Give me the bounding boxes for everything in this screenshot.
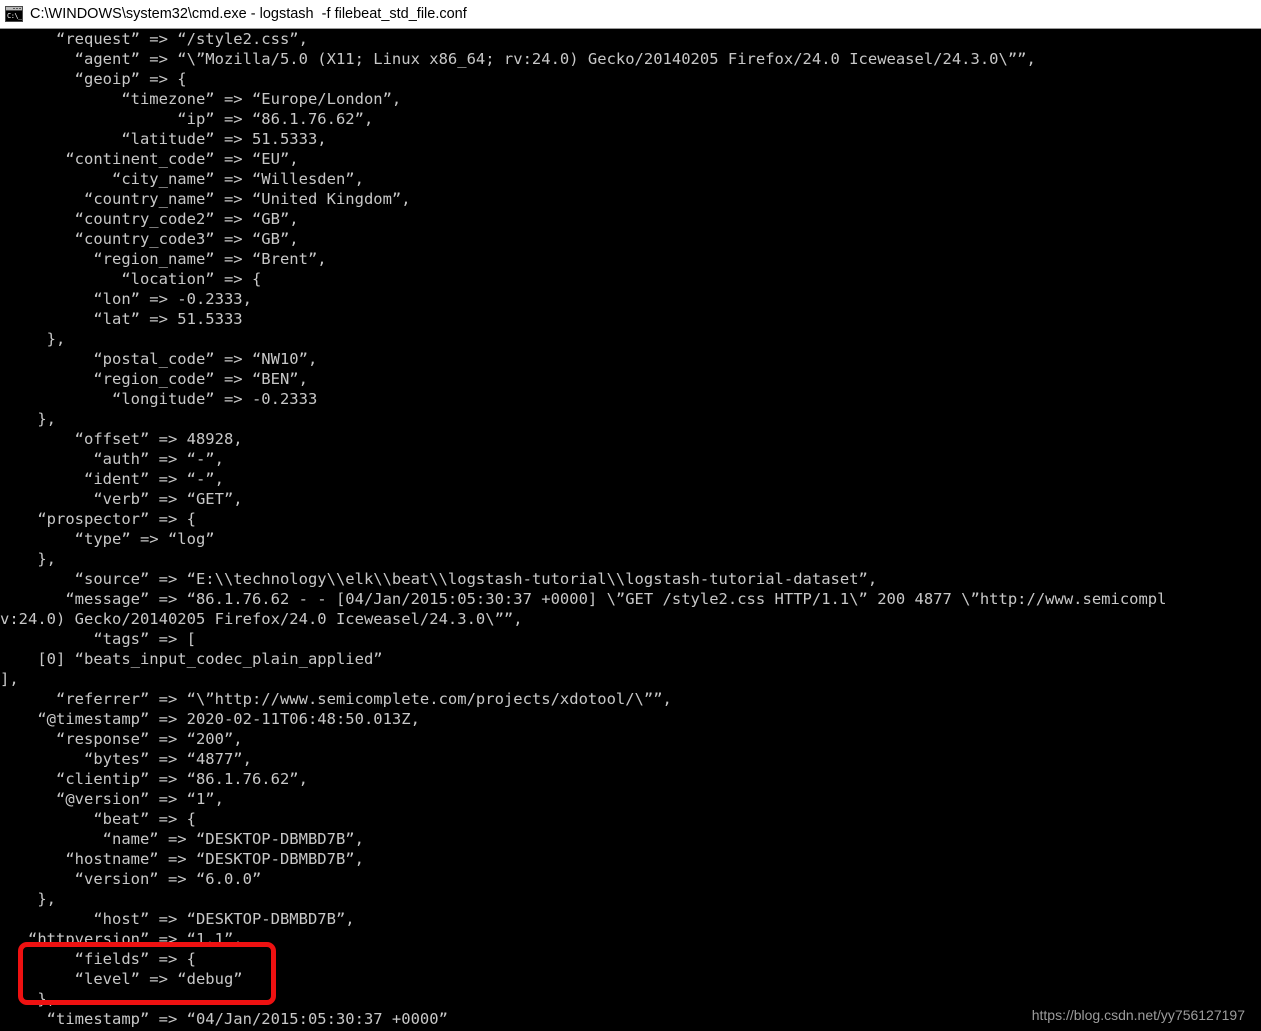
- icon-screen-text: C:\_: [6, 11, 22, 21]
- console-line: “postal_code” => “NW10”,: [0, 350, 318, 368]
- console-line: },: [0, 890, 56, 908]
- console-line: “response” => “200”,: [0, 730, 243, 748]
- console-line: v:24.0) Gecko/20140205 Firefox/24.0 Icew…: [0, 610, 523, 628]
- console-line: “offset” => 48928,: [0, 430, 243, 448]
- console-line: “beat” => {: [0, 810, 196, 828]
- console-line: “bytes” => “4877”,: [0, 750, 252, 768]
- console-line: “location” => {: [0, 270, 262, 288]
- console-line: “auth” => “-”,: [0, 450, 224, 468]
- console-line: “timezone” => “Europe/London”,: [0, 90, 402, 108]
- console-line: “longitude” => -0.2333: [0, 390, 318, 408]
- console-line: “name” => “DESKTOP-DBMBD7B”,: [0, 830, 364, 848]
- console-line: },: [0, 550, 56, 568]
- console-line: ],: [0, 670, 19, 688]
- console-line: “referrer” => “\”http://www.semicomplete…: [0, 690, 672, 708]
- console-line: “continent_code” => “EU”,: [0, 150, 299, 168]
- console-line: “tags” => [: [0, 630, 196, 648]
- cmd-console-icon: C:\_: [5, 6, 23, 22]
- console-output-area[interactable]: “request” => “/style2.css”, “agent” => “…: [0, 29, 1261, 1031]
- console-line: “geoip” => {: [0, 70, 187, 88]
- console-line: “lat” => 51.5333: [0, 310, 243, 328]
- console-line: “country_name” => “United Kingdom”,: [0, 190, 411, 208]
- console-line: “fields” => {: [0, 950, 196, 968]
- console-line: },: [0, 330, 66, 348]
- console-line: “host” => “DESKTOP-DBMBD7B”,: [0, 910, 355, 928]
- console-line: “lon” => -0.2333,: [0, 290, 252, 308]
- console-line: “ident” => “-”,: [0, 470, 224, 488]
- console-line: [0] “beats_input_codec_plain_applied”: [0, 650, 383, 668]
- console-line: “httpversion” => “1.1”,: [0, 930, 243, 948]
- cmd-console-window: C:\_ C:\WINDOWS\system32\cmd.exe - logst…: [0, 0, 1261, 1031]
- console-line: “@timestamp” => 2020-02-11T06:48:50.013Z…: [0, 710, 420, 728]
- console-line: “region_code” => “BEN”,: [0, 370, 308, 388]
- console-line: “latitude” => 51.5333,: [0, 130, 327, 148]
- console-line: },: [0, 410, 56, 428]
- console-line: “verb” => “GET”,: [0, 490, 243, 508]
- console-line: “hostname” => “DESKTOP-DBMBD7B”,: [0, 850, 364, 868]
- console-line: “ip” => “86.1.76.62”,: [0, 110, 374, 128]
- window-title: C:\WINDOWS\system32\cmd.exe - logstash -…: [30, 5, 467, 22]
- console-line: “prospector” => {: [0, 510, 196, 528]
- console-line: “@version” => “1”,: [0, 790, 224, 808]
- window-titlebar[interactable]: C:\_ C:\WINDOWS\system32\cmd.exe - logst…: [0, 0, 1261, 29]
- console-line: “request” => “/style2.css”,: [0, 30, 308, 48]
- console-line: “country_code3” => “GB”,: [0, 230, 299, 248]
- console-text-block: “request” => “/style2.css”, “agent” => “…: [0, 29, 1261, 1029]
- console-line: “level” => “debug”: [0, 970, 243, 988]
- console-line: “country_code2” => “GB”,: [0, 210, 299, 228]
- console-line: “message” => “86.1.76.62 - - [04/Jan/201…: [0, 590, 1167, 608]
- console-line: “region_name” => “Brent”,: [0, 250, 327, 268]
- console-line: “agent” => “\”Mozilla/5.0 (X11; Linux x8…: [0, 50, 1036, 68]
- console-line: “version” => “6.0.0”: [0, 870, 262, 888]
- watermark-url: https://blog.csdn.net/yy756127197: [1031, 1007, 1245, 1023]
- console-line: “source” => “E:\\technology\\elk\\beat\\…: [0, 570, 878, 588]
- console-line: “type” => “log”: [0, 530, 215, 548]
- console-line: },: [0, 990, 56, 1008]
- console-line: “clientip” => “86.1.76.62”,: [0, 770, 308, 788]
- console-line: “city_name” => “Willesden”,: [0, 170, 364, 188]
